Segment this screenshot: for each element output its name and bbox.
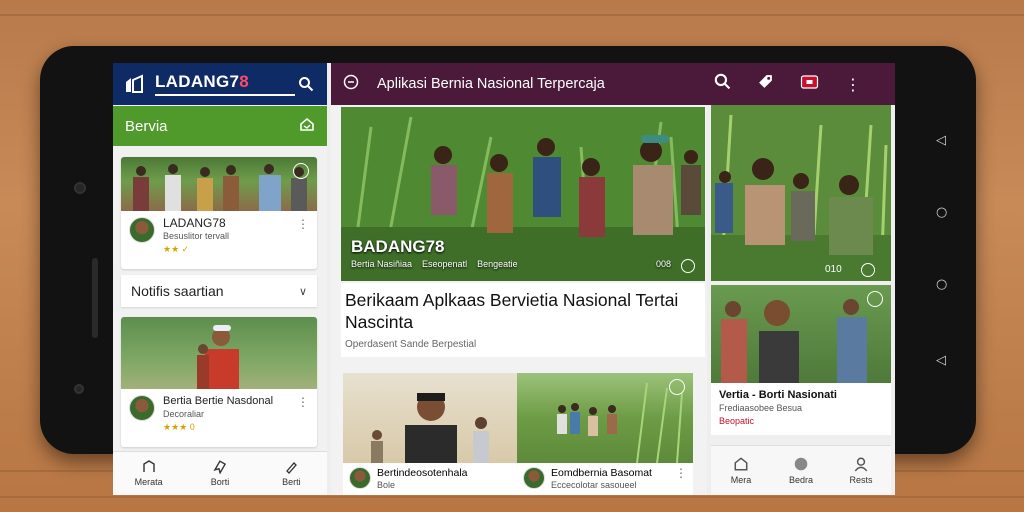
news-photo-field — [517, 373, 693, 463]
avatar — [129, 217, 155, 243]
main-panel: Aplikasi Bernia Nasional Terpercaja ⋮ BA… — [331, 63, 895, 495]
featured-count: 010 — [825, 264, 842, 275]
back-icon[interactable] — [343, 74, 359, 95]
home-icon — [734, 457, 748, 471]
play-badge-icon[interactable] — [293, 163, 309, 179]
featured-story[interactable]: BADANG78 Bertia Nasiñiaa Eseopenatl Beng… — [341, 107, 705, 281]
post-subtitle: Decoraliar — [163, 409, 205, 419]
nav-label: Bedra — [788, 475, 814, 485]
post-title: Bertindeosotenhala — [377, 467, 468, 479]
featured-count: 008 — [655, 259, 671, 269]
nav-item-berti[interactable]: Berti — [256, 452, 327, 495]
featured-meta: Eseopenatl — [422, 259, 468, 269]
post-title: Bertia Bertie Nasdonal — [163, 395, 274, 407]
app-screen: LADANG78 Bervia LADANG78 Besuslitor terv… — [113, 63, 895, 495]
tag-icon[interactable] — [757, 73, 774, 95]
home-icon — [142, 460, 155, 472]
bottom-nav: Merata Borti Berti — [113, 451, 327, 495]
bookmark-icon — [213, 460, 227, 474]
nav-item-bedra[interactable]: Bedra — [771, 446, 831, 495]
more-options-icon[interactable]: ⋮ — [675, 467, 687, 491]
left-header: LADANG78 — [113, 63, 327, 105]
front-camera — [74, 182, 86, 194]
avatar — [129, 395, 155, 421]
app-name: LADANG78 — [155, 72, 295, 96]
featured-meta: Bertia Nasiñiaa — [351, 259, 413, 269]
left-panel: LADANG78 Bervia LADANG78 Besuslitor terv… — [113, 63, 327, 495]
post-rating: ★★★ 0 — [163, 422, 195, 432]
pen-icon — [286, 462, 298, 474]
news-card-1[interactable]: LADANG78 Besuslitor tervall ★★ ✓ ⋮ — [121, 157, 317, 269]
share-icon[interactable] — [681, 259, 695, 273]
share-icon[interactable] — [861, 263, 875, 277]
avatar — [349, 467, 371, 489]
post-rating: ★★ ✓ — [163, 244, 190, 254]
play-badge-icon[interactable] — [867, 291, 883, 307]
video-icon[interactable] — [800, 74, 819, 95]
headline-subtitle: Operdasent Sande Berpestial — [345, 339, 477, 350]
more-options-icon[interactable]: ⋮ — [845, 75, 861, 94]
bottom-nav-right: Mera Bedra Rests — [711, 445, 891, 495]
nav-item-merata[interactable]: Merata — [113, 452, 184, 495]
search-icon[interactable] — [295, 73, 317, 95]
news-photo-group — [711, 285, 891, 383]
home-icon[interactable] — [299, 116, 315, 136]
headline-title: Berikaam Aplkaas Bervietia Nasional Tert… — [345, 290, 679, 332]
post-title: Eomdbernia Basomat — [551, 467, 652, 479]
nav-item-borti[interactable]: Borti — [184, 452, 255, 495]
notification-row[interactable]: Notifis saartian ∨ — [121, 275, 317, 307]
post-author: LADANG78 — [163, 216, 226, 230]
more-options-icon[interactable]: ⋮ — [297, 395, 309, 409]
more-options-icon[interactable]: ⋮ — [297, 217, 309, 231]
nav-item-rests[interactable]: Rests — [831, 446, 891, 495]
news-photo-crouching[interactable]: 010 — [711, 105, 891, 281]
featured-meta: Bengeatie — [477, 259, 518, 269]
nav-label: Berti — [282, 477, 301, 487]
right-panel: 010 Vertia - Borti Nasionati Frediaasobe… — [711, 105, 895, 495]
section-title: Bervia — [125, 117, 168, 135]
recents-nav-icon[interactable]: ○ — [936, 278, 947, 292]
post-subtitle: Frediaasobee Besua — [719, 403, 803, 413]
news-photo-portrait — [343, 373, 519, 463]
back-nav-icon[interactable]: ◁ — [936, 134, 946, 148]
person-icon — [854, 457, 868, 472]
post-title: Vertia - Borti Nasionati — [719, 389, 837, 401]
toolbar-title: Aplikasi Bernia Nasional Terpercaja — [377, 76, 605, 92]
news-card-3[interactable]: Bertindeosotenhala Bole — [343, 373, 519, 495]
post-subtitle: Eccecolotar sasoueel — [551, 480, 637, 490]
nav-item-mera[interactable]: Mera — [711, 446, 771, 495]
nav-label: Mera — [730, 475, 752, 485]
news-card-5[interactable]: Vertia - Borti Nasionati Frediaasobee Be… — [711, 285, 891, 435]
notification-label: Notifis saartian — [131, 283, 224, 299]
play-badge-icon[interactable] — [669, 379, 685, 395]
post-subtitle: Besuslitor tervall — [163, 231, 230, 241]
sensor — [74, 384, 84, 394]
home-nav-icon[interactable]: ○ — [936, 206, 947, 220]
post-subtitle: Bole — [377, 480, 396, 490]
speaker-grille — [92, 258, 98, 338]
news-photo-man — [121, 317, 317, 389]
top-toolbar: Aplikasi Bernia Nasional Terpercaja ⋮ — [331, 63, 895, 105]
news-card-4[interactable]: Eomdbernia Basomat Eccecolotar sasoueel … — [517, 373, 693, 495]
search-icon[interactable] — [714, 73, 731, 95]
nav-label: Rests — [849, 475, 873, 485]
back-nav-icon-2[interactable]: ◁ — [936, 354, 946, 368]
news-card-2[interactable]: Bertia Bertie Nasdonal Decoraliar ★★★ 0 … — [121, 317, 317, 447]
featured-brand: BADANG78 — [351, 237, 445, 256]
nav-label: Merata — [134, 477, 163, 487]
app-logo-icon — [123, 73, 145, 95]
section-header: Bervia — [113, 106, 327, 146]
news-photo-farmers — [121, 157, 317, 211]
circle-icon — [794, 457, 808, 471]
chevron-down-icon[interactable]: ∨ — [299, 285, 307, 298]
headline-block[interactable]: Berikaam Aplkaas Bervietia Nasional Tert… — [341, 283, 705, 357]
nav-label: Borti — [210, 477, 230, 487]
post-meta: Beopatic — [719, 416, 755, 426]
avatar — [523, 467, 545, 489]
